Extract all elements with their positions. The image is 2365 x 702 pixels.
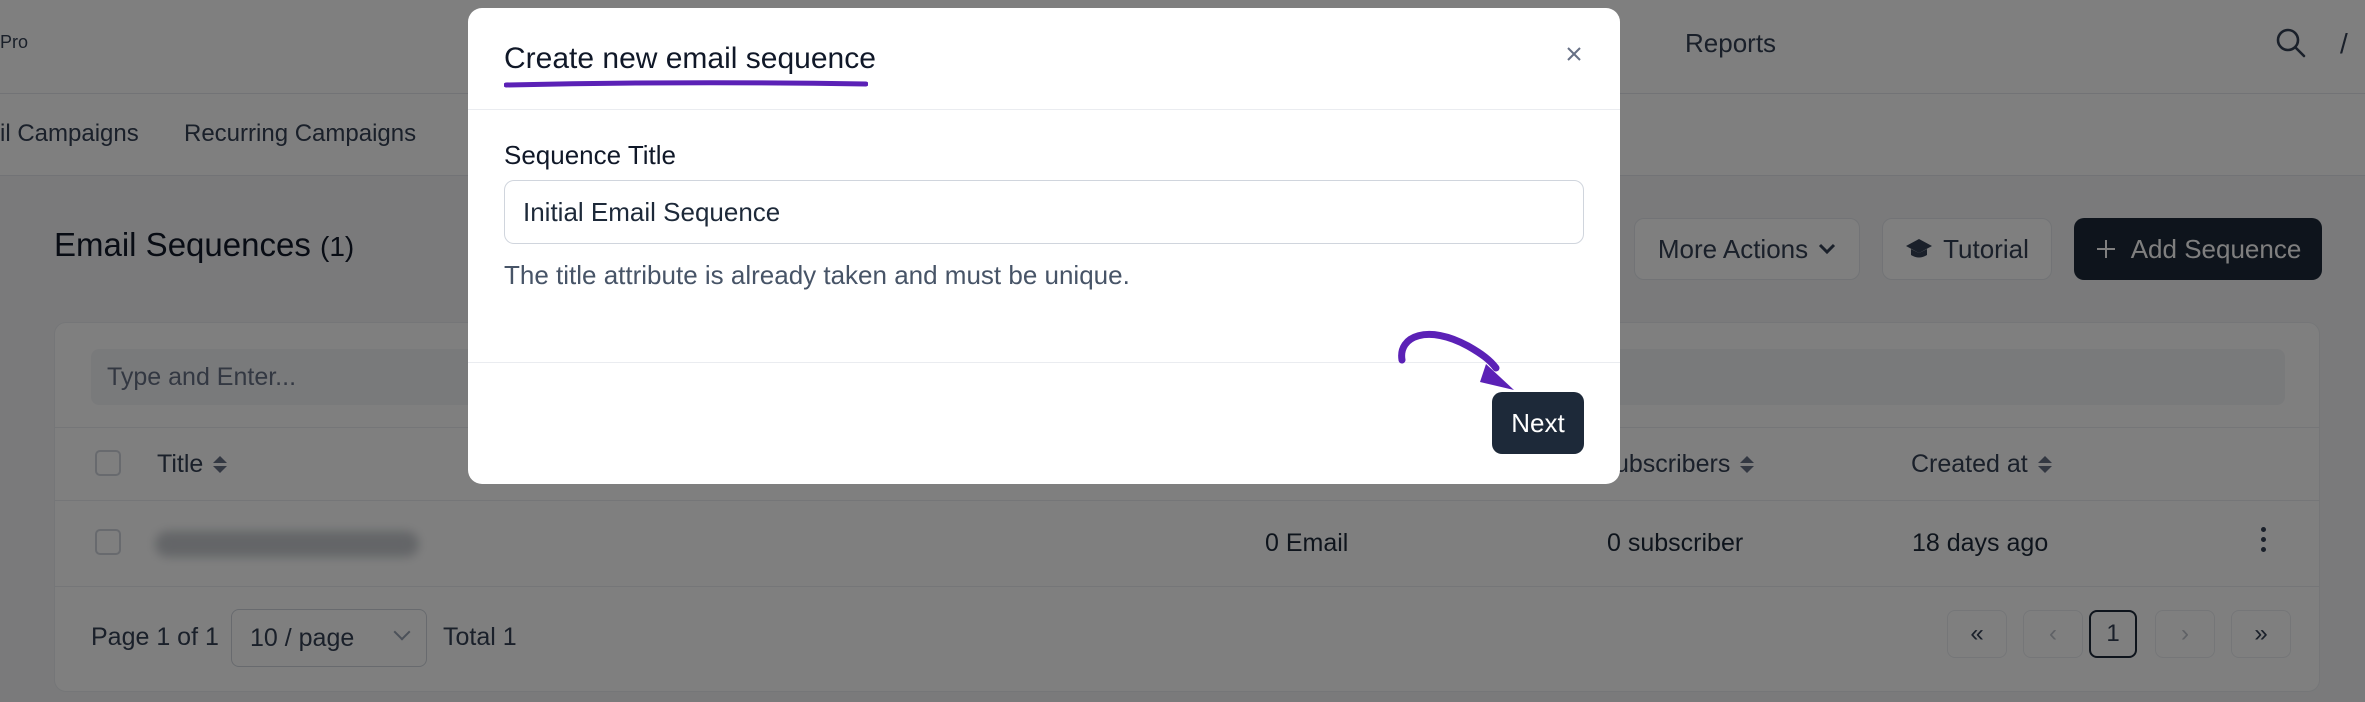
annotation-arrow-icon bbox=[1398, 330, 1514, 390]
sequence-title-input[interactable] bbox=[504, 180, 1584, 244]
validation-error: The title attribute is already taken and… bbox=[504, 260, 1130, 290]
next-button[interactable]: Next bbox=[1492, 392, 1584, 454]
sequence-title-label: Sequence Title bbox=[504, 140, 677, 170]
modal-title: Create new email sequence bbox=[504, 42, 876, 75]
create-sequence-modal: Create new email sequence Sequence Title… bbox=[468, 8, 1620, 484]
close-icon[interactable] bbox=[1562, 42, 1586, 66]
title-highlight-underline bbox=[504, 80, 868, 88]
modal-header: Create new email sequence bbox=[468, 8, 1620, 110]
